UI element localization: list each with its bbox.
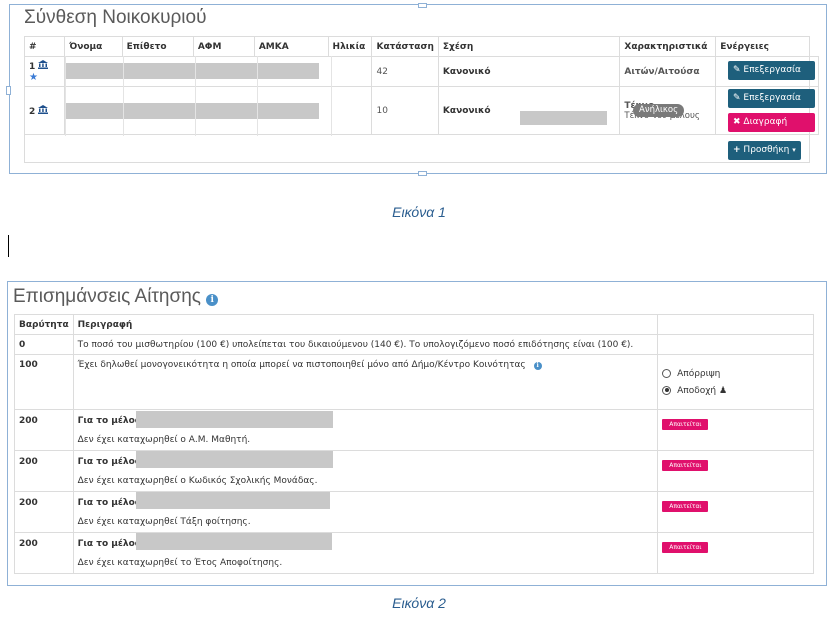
- row-number: 1: [29, 62, 36, 72]
- redacted-member: [520, 111, 607, 125]
- member-label: Για το μέλος: [77, 457, 141, 467]
- column-header: ΑΦΜ: [192, 36, 255, 57]
- caret-down-icon: ▾: [792, 146, 796, 154]
- member-label: Για το μέλος: [77, 539, 141, 549]
- description-cell: Δεν έχει καταχωρηθεί το Έτος Αποφοίτησης…: [77, 558, 283, 568]
- table-row: 200 Για το μέλος Δεν έχει καταχωρηθεί το…: [14, 532, 814, 574]
- required-button[interactable]: Απαιτείται: [662, 501, 709, 512]
- member-label: Για το μέλος: [77, 416, 141, 426]
- edit-button[interactable]: ✎ Επεξεργασία: [728, 89, 815, 108]
- reject-option[interactable]: Απόρριψη: [662, 368, 809, 379]
- redacted-member: [136, 492, 330, 509]
- minor-badge: Ανήλικος: [633, 104, 685, 117]
- description-cell: Έχει δηλωθεί μονογονεικότητα η οποία μπο…: [77, 360, 526, 370]
- text-cursor: [8, 235, 9, 257]
- edit-button[interactable]: ✎ Επεξεργασία: [728, 61, 815, 80]
- star-icon: ★: [29, 72, 38, 83]
- column-header: Ενέργειες: [715, 36, 810, 57]
- table-header-row: Βαρύτητα Περιγραφή: [14, 314, 814, 335]
- household-title: Σύνθεση Νοικοκυριού: [24, 7, 207, 28]
- household-table: # Όνομα Επίθετο ΑΦΜ ΑΜΚΑ Ηλικία Κατάστασ…: [23, 36, 819, 163]
- required-button[interactable]: Απαιτείται: [662, 542, 709, 553]
- description-cell: Το ποσό του μισθωτηρίου (100 €) υπολείπε…: [72, 334, 659, 355]
- column-header: #: [23, 36, 66, 57]
- table-row: 200 Για το μέλος Δεν έχει καταχωρηθεί ο …: [14, 450, 814, 492]
- remarks-table: Βαρύτητα Περιγραφή 0 Το ποσό του μισθωτη…: [14, 314, 814, 574]
- remarks-title: Επισημάνσεις Αίτησης: [13, 286, 201, 307]
- description-cell: Δεν έχει καταχωρηθεί ο Κωδικός Σχολικής …: [77, 476, 318, 486]
- delete-button[interactable]: ✖ Διαγραφή: [728, 113, 815, 132]
- column-header: [657, 314, 814, 335]
- edit-icon: ✎: [733, 93, 741, 103]
- column-header: Επίθετο: [121, 36, 194, 57]
- redacted-member: [136, 451, 333, 468]
- column-header: Ηλικία: [327, 36, 373, 57]
- weight-cell: 200: [14, 532, 74, 574]
- relation-cell: Αιτών/Αιτούσα: [619, 56, 717, 87]
- redacted-member: [136, 411, 333, 428]
- age-cell: 42: [371, 56, 439, 87]
- table-row: 0 Το ποσό του μισθωτηρίου (100 €) υπολεί…: [14, 334, 814, 355]
- bank-icon: [38, 104, 49, 117]
- weight-cell: 0: [14, 334, 74, 355]
- accept-option[interactable]: Αποδοχή ♟: [662, 385, 809, 396]
- required-button[interactable]: Απαιτείται: [662, 419, 709, 430]
- close-icon: ✖: [733, 117, 741, 127]
- redacted-name: [66, 63, 319, 79]
- accept-radio[interactable]: [662, 385, 672, 395]
- table-row: 200 Για το μέλος Δεν έχει καταχωρηθεί Τά…: [14, 491, 814, 533]
- caption-figure-1: Εικόνα 1: [392, 204, 446, 220]
- column-header: Κατάσταση: [371, 36, 439, 57]
- table-row: [24, 134, 819, 163]
- weight-cell: 200: [14, 409, 74, 451]
- column-header: ΑΜΚΑ: [253, 36, 329, 57]
- info-icon[interactable]: i: [206, 294, 219, 306]
- redacted-member: [136, 533, 332, 550]
- column-header: Βαρύτητα: [14, 314, 74, 335]
- caption-figure-2: Εικόνα 2: [392, 595, 446, 611]
- column-header: Όνομα: [64, 36, 123, 57]
- weight-cell: 200: [14, 450, 74, 492]
- column-header: Χαρακτηριστικά: [619, 36, 717, 57]
- resize-handle: [418, 3, 427, 8]
- bank-icon: [38, 60, 49, 72]
- resize-handle: [6, 86, 11, 95]
- column-header: Σχέση: [437, 36, 621, 57]
- member-label: Για το μέλος: [77, 498, 141, 508]
- row-number: 2: [29, 106, 36, 117]
- table-row: 100 Έχει δηλωθεί μονογονεικότητα η οποία…: [14, 354, 814, 410]
- column-header: Περιγραφή: [72, 314, 659, 335]
- description-cell: Δεν έχει καταχωρηθεί ο Α.Μ. Μαθητή.: [77, 435, 251, 445]
- info-icon[interactable]: i: [533, 362, 542, 370]
- weight-cell: 100: [14, 354, 74, 410]
- table-row: 200 Για το μέλος Δεν έχει καταχωρηθεί ο …: [14, 409, 814, 451]
- resize-handle: [418, 171, 427, 176]
- edit-icon: ✎: [733, 65, 741, 75]
- age-cell: 10: [371, 86, 439, 135]
- reject-radio[interactable]: [662, 368, 672, 378]
- weight-cell: 200: [14, 491, 74, 533]
- user-icon: ♟: [719, 385, 728, 396]
- redacted-name: [66, 103, 319, 119]
- add-button[interactable]: + Προσθήκη ▾: [728, 141, 801, 160]
- description-cell: Δεν έχει καταχωρηθεί Τάξη φοίτησης.: [77, 517, 251, 527]
- required-button[interactable]: Απαιτείται: [662, 460, 709, 471]
- status-cell: Κανονικό: [437, 56, 621, 87]
- plus-icon: +: [733, 145, 741, 155]
- table-header-row: # Όνομα Επίθετο ΑΦΜ ΑΜΚΑ Ηλικία Κατάστασ…: [23, 36, 819, 57]
